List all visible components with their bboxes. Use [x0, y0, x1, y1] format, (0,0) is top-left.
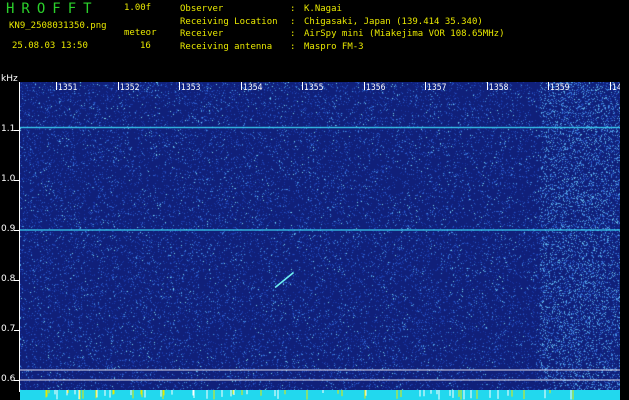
info-separator: :: [290, 41, 301, 52]
time-tick-label: 1354: [242, 83, 262, 93]
info-row-receiver: Receiver: AirSpy mini (Miakejima VOR 108…: [180, 28, 504, 41]
frequency-tick-label: 1.1: [1, 124, 16, 134]
time-tick-mark: [363, 82, 365, 90]
frequency-tick-label: 0.6: [1, 374, 16, 384]
info-key: Receiver: [180, 29, 224, 39]
frequency-unit-label: kHz: [1, 74, 18, 84]
filename-label: KN9_2508031350.png: [9, 21, 107, 31]
spectrogram-overlay: [20, 126, 620, 381]
time-tick-label: 1358: [488, 83, 508, 93]
info-row-observer: Observer: K.Nagai: [180, 3, 504, 16]
info-separator: :: [290, 16, 301, 27]
frequency-tick-label: 0.7: [1, 324, 16, 334]
frequency-tick-label: 1.0: [1, 174, 16, 184]
time-tick-mark: [56, 82, 57, 90]
info-value: Chigasaki, Japan (139.414 35.340): [304, 16, 483, 27]
spectrogram-plot[interactable]: 1351 1352 1353 1354 1355 1356 1357 1358 1359 1400: [20, 82, 620, 390]
version-label: 1.00f: [124, 3, 152, 13]
info-row-location: Receiving Location: Chigasaki, Japan (13…: [180, 16, 504, 29]
info-value: Maspro FM-3: [304, 41, 364, 52]
info-value: AirSpy mini (Miakejima VOR 108.65MHz): [304, 29, 505, 39]
time-tick-mark: [425, 82, 426, 90]
info-separator: :: [290, 4, 301, 14]
time-tick-label: 1351: [58, 83, 78, 93]
time-tick-label: 1400: [611, 83, 621, 93]
time-tick-mark: [117, 82, 119, 90]
time-tick-mark: [609, 82, 611, 90]
time-tick-label: 1356: [365, 83, 385, 93]
header-panel: HROFFT 1.00f KN9_2508031350.png 25.08.03…: [0, 0, 629, 82]
app-title: HROFFT: [6, 1, 99, 17]
meteor-count-value: 16: [140, 41, 151, 51]
time-tick-label: 1353: [181, 83, 201, 93]
time-tick-mark: [179, 82, 180, 90]
meteor-count-label: meteor: [124, 28, 157, 38]
noise-floor-band: [20, 390, 620, 400]
time-tick-label: 1352: [119, 83, 139, 93]
datetime-label: 25.08.03 13:50: [12, 41, 88, 51]
time-tick-label: 1357: [427, 83, 447, 93]
time-tick-mark: [240, 82, 242, 90]
info-row-antenna: Receiving antenna: Maspro FM-3: [180, 41, 504, 54]
info-key: Receiving Location: [180, 16, 278, 27]
time-tick-label: 1359: [550, 83, 570, 93]
time-tick-mark: [302, 82, 303, 90]
info-key: Observer: [180, 4, 224, 14]
info-key: Receiving antenna: [180, 41, 273, 52]
observation-info: Observer: K.Nagai Receiving Location: Ch…: [180, 3, 504, 53]
info-value: K.Nagai: [304, 4, 342, 14]
meteor-echo-trace: [274, 271, 295, 289]
info-separator: :: [290, 29, 301, 39]
frequency-tick-label: 0.8: [1, 274, 16, 284]
frequency-tick-label: 0.9: [1, 224, 16, 234]
time-tick-mark: [548, 82, 549, 90]
noise-floor-spikes: [45, 390, 574, 400]
time-tick-mark: [486, 82, 488, 90]
time-tick-label: 1355: [304, 83, 324, 93]
